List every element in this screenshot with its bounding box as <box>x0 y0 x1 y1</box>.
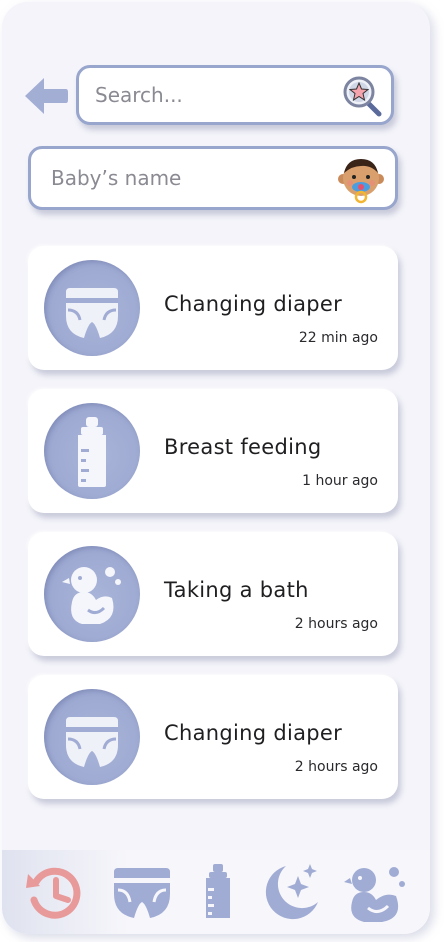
moon-stars-icon[interactable] <box>260 860 324 924</box>
bottle-icon <box>44 403 140 499</box>
diaper-icon <box>44 689 140 785</box>
activity-time: 2 hours ago <box>294 616 378 632</box>
baby-avatar-icon <box>335 153 387 205</box>
activity-card[interactable]: Taking a bath 2 hours ago <box>28 532 398 656</box>
diaper-icon[interactable] <box>110 860 174 924</box>
activity-card[interactable]: Changing diaper 2 hours ago <box>28 675 398 799</box>
duck-icon[interactable] <box>344 860 408 924</box>
activity-title: Changing diaper <box>164 292 343 316</box>
baby-name-input[interactable] <box>51 149 321 207</box>
duck-icon <box>44 546 140 642</box>
history-icon[interactable] <box>22 860 86 924</box>
activity-card[interactable]: Breast feeding 1 hour ago <box>28 389 398 513</box>
baby-name-field[interactable] <box>28 146 398 210</box>
diaper-icon <box>44 260 140 356</box>
activity-card[interactable]: Changing diaper 22 min ago <box>28 246 398 370</box>
activity-title: Changing diaper <box>164 721 343 745</box>
activity-title: Taking a bath <box>164 578 309 602</box>
search-field[interactable] <box>76 65 394 125</box>
bottle-icon[interactable] <box>186 860 250 924</box>
activity-time: 22 min ago <box>298 330 378 346</box>
magnifier-star-icon[interactable] <box>341 74 385 118</box>
activity-title: Breast feeding <box>164 435 322 459</box>
back-arrow-icon[interactable] <box>22 74 70 118</box>
activity-time: 2 hours ago <box>294 759 378 775</box>
app-screen: Changing diaper 22 min ago Breast feedin… <box>2 2 430 934</box>
bottom-navigation <box>2 850 430 934</box>
activity-time: 1 hour ago <box>302 473 378 489</box>
search-input[interactable] <box>95 68 335 122</box>
